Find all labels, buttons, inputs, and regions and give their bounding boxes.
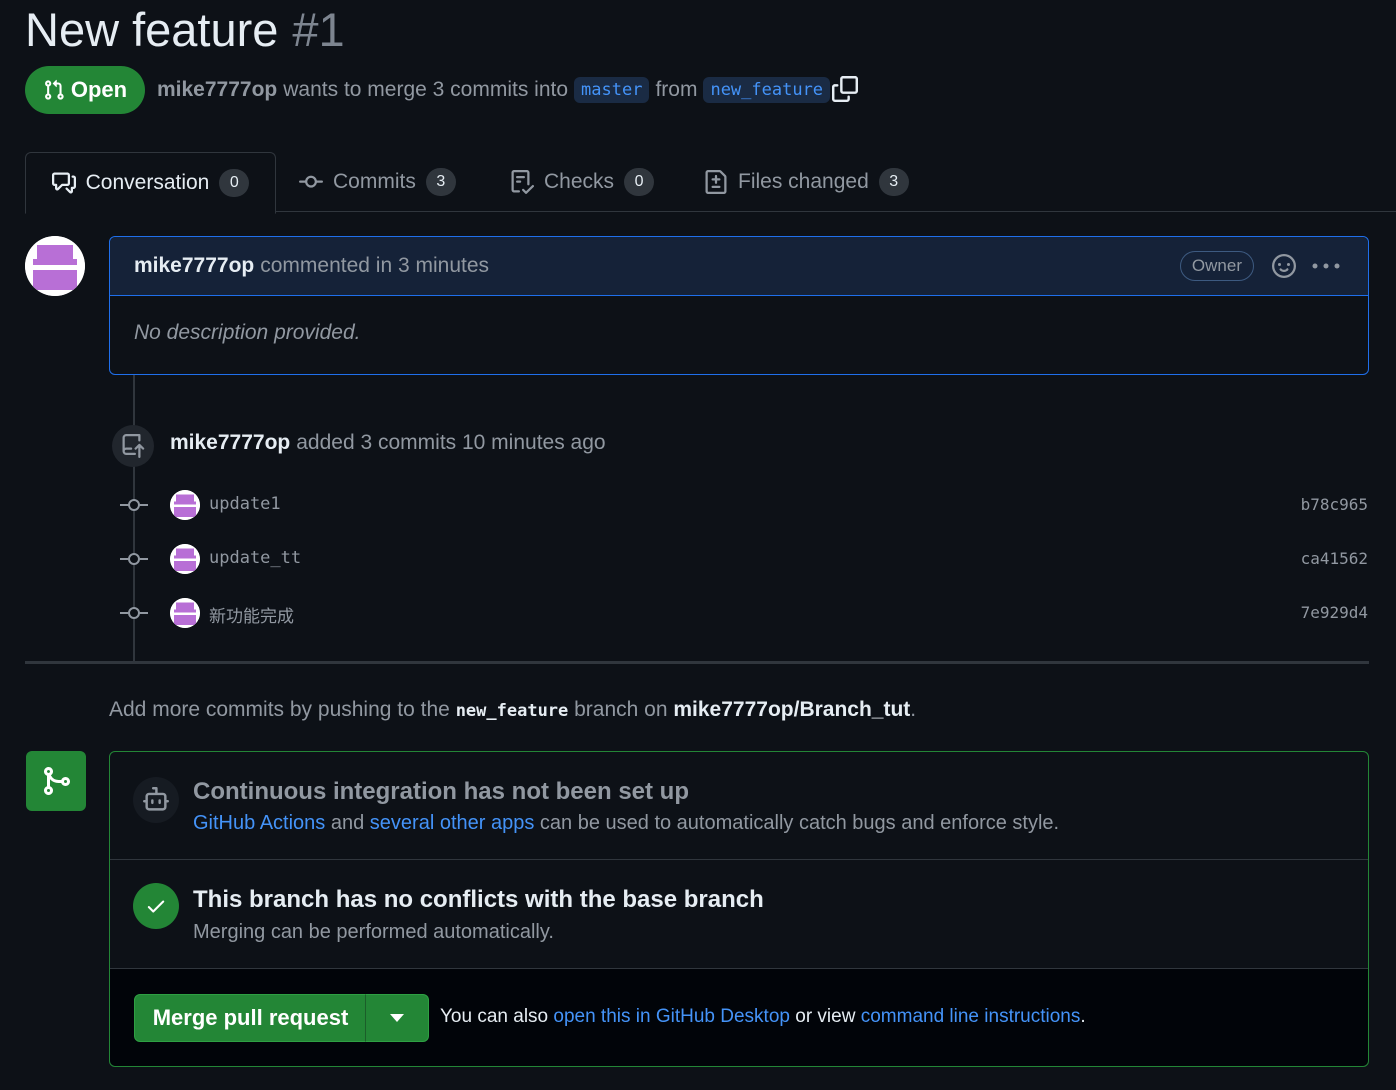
merge-method-dropdown[interactable] bbox=[365, 994, 429, 1042]
merge-text: wants to merge 3 commits into bbox=[283, 78, 569, 101]
no-conflicts-section: This branch has no conflicts with the ba… bbox=[110, 860, 1368, 969]
push-event-meta: added 3 commits 10 minutes ago bbox=[296, 431, 606, 454]
ci-rest: can be used to automatically catch bugs … bbox=[539, 812, 1060, 834]
identicon-avatar-icon bbox=[170, 598, 200, 628]
alt-prefix: You can also bbox=[440, 1006, 549, 1027]
comment-body: No description provided. bbox=[134, 321, 361, 344]
file-diff-icon bbox=[705, 170, 727, 194]
ci-icon-wrap bbox=[133, 777, 179, 823]
push-author-link[interactable]: mike7777op bbox=[170, 431, 290, 454]
tab-label: Files changed bbox=[738, 170, 869, 193]
ci-section: Continuous integration has not been set … bbox=[110, 752, 1368, 860]
ci-title: Continuous integration has not been set … bbox=[193, 778, 689, 805]
section-divider bbox=[25, 661, 1369, 664]
tab-label: Conversation bbox=[85, 171, 210, 194]
git-commit-icon bbox=[120, 607, 148, 619]
copy-icon[interactable] bbox=[832, 76, 858, 102]
repo-push-icon bbox=[122, 434, 145, 458]
command-line-link[interactable]: command line instructions bbox=[861, 1006, 1081, 1027]
tab-counter: 0 bbox=[219, 169, 250, 197]
tab-files-changed[interactable]: Files changed 3 bbox=[704, 152, 909, 212]
identicon-avatar-icon bbox=[25, 236, 85, 296]
commit-row: 新功能完成 7e929d4 bbox=[112, 595, 1368, 631]
head-branch-link[interactable]: new_feature bbox=[703, 77, 831, 103]
hint-suffix: . bbox=[910, 698, 917, 721]
pr-title-text: New feature bbox=[25, 3, 279, 56]
avatar[interactable] bbox=[170, 544, 200, 574]
comment-meta[interactable]: commented in 3 minutes bbox=[260, 254, 489, 278]
no-conflicts-subtitle: Merging can be performed automatically. bbox=[193, 921, 554, 943]
tab-counter: 0 bbox=[624, 168, 655, 196]
hint-middle: branch on bbox=[574, 698, 668, 721]
status-badge: Open bbox=[25, 66, 145, 114]
push-event-badge bbox=[112, 425, 154, 467]
merge-alt-text: You can also open this in GitHub Desktop… bbox=[440, 1006, 1086, 1028]
tab-counter: 3 bbox=[878, 168, 909, 196]
author-link[interactable]: mike7777op bbox=[157, 78, 277, 102]
comment-discussion-icon bbox=[51, 172, 76, 194]
identicon-avatar-icon bbox=[170, 490, 200, 520]
tab-conversation[interactable]: Conversation 0 bbox=[25, 152, 276, 214]
git-merge-icon bbox=[44, 767, 71, 795]
tab-commits[interactable]: Commits 3 bbox=[299, 152, 456, 212]
status-label: Open bbox=[70, 77, 128, 102]
pr-merge-summary: mike7777op wants to merge 3 commits into… bbox=[157, 75, 836, 105]
commit-row: update1 b78c965 bbox=[112, 487, 1368, 523]
commit-sha-link[interactable]: 7e929d4 bbox=[1301, 603, 1368, 622]
check-icon bbox=[147, 900, 165, 913]
merge-actions-section: Merge pull request You can also open thi… bbox=[110, 969, 1368, 1066]
commit-message-link[interactable]: update1 bbox=[209, 494, 281, 514]
triangle-down-icon bbox=[390, 1014, 404, 1022]
comment-header: mike7777op commented in 3 minutes Owner bbox=[110, 237, 1368, 296]
kebab-horizontal-icon[interactable] bbox=[1312, 263, 1340, 269]
avatar[interactable] bbox=[170, 598, 200, 628]
comment-card: mike7777op commented in 3 minutes Owner … bbox=[109, 236, 1369, 375]
merge-box: Continuous integration has not been set … bbox=[109, 751, 1369, 1067]
ci-and: and bbox=[330, 812, 365, 834]
alt-middle: or view bbox=[795, 1006, 856, 1027]
push-hint: Add more commits by pushing to the new_f… bbox=[109, 698, 916, 722]
from-text: from bbox=[655, 78, 698, 101]
robot-icon bbox=[143, 787, 169, 811]
identicon-avatar-icon bbox=[170, 544, 200, 574]
ci-subtitle: GitHub Actions and several other apps ca… bbox=[193, 812, 1059, 835]
hint-prefix: Add more commits by pushing to the bbox=[109, 698, 450, 721]
merge-status-icon bbox=[26, 751, 86, 811]
comment-author-link[interactable]: mike7777op bbox=[134, 254, 254, 278]
avatar[interactable] bbox=[170, 490, 200, 520]
commit-sha-link[interactable]: b78c965 bbox=[1301, 495, 1368, 514]
tab-label: Commits bbox=[333, 170, 416, 193]
smiley-icon[interactable] bbox=[1272, 254, 1296, 278]
hint-repo: mike7777op/Branch_tut bbox=[673, 698, 911, 721]
git-commit-icon bbox=[120, 553, 148, 565]
github-desktop-link[interactable]: open this in GitHub Desktop bbox=[553, 1006, 790, 1027]
commit-row: update_tt ca41562 bbox=[112, 541, 1368, 577]
git-commit-icon bbox=[299, 175, 323, 188]
page-title: New feature #1 bbox=[25, 2, 345, 58]
commit-message-link[interactable]: 新功能完成 bbox=[209, 602, 294, 627]
tab-checks[interactable]: Checks 0 bbox=[510, 152, 655, 212]
avatar[interactable] bbox=[25, 236, 85, 296]
merge-pull-request-button[interactable]: Merge pull request bbox=[134, 994, 367, 1042]
git-pull-request-icon bbox=[44, 79, 64, 100]
pr-number: #1 bbox=[292, 3, 345, 56]
no-conflicts-title: This branch has no conflicts with the ba… bbox=[193, 886, 764, 913]
git-commit-icon bbox=[120, 499, 148, 511]
check-circle bbox=[133, 883, 179, 929]
base-branch-link[interactable]: master bbox=[574, 77, 650, 103]
other-apps-link[interactable]: several other apps bbox=[370, 812, 535, 834]
push-event-text: mike7777op added 3 commits 10 minutes ago bbox=[170, 431, 606, 455]
alt-suffix: . bbox=[1080, 1006, 1086, 1027]
github-actions-link[interactable]: GitHub Actions bbox=[193, 812, 325, 834]
commit-message-link[interactable]: update_tt bbox=[209, 548, 301, 568]
tab-counter: 3 bbox=[425, 168, 456, 196]
hint-branch: new_feature bbox=[455, 701, 569, 721]
checklist-icon bbox=[511, 170, 534, 194]
commit-sha-link[interactable]: ca41562 bbox=[1301, 549, 1368, 568]
tab-label: Checks bbox=[544, 170, 615, 193]
owner-badge: Owner bbox=[1179, 251, 1254, 281]
